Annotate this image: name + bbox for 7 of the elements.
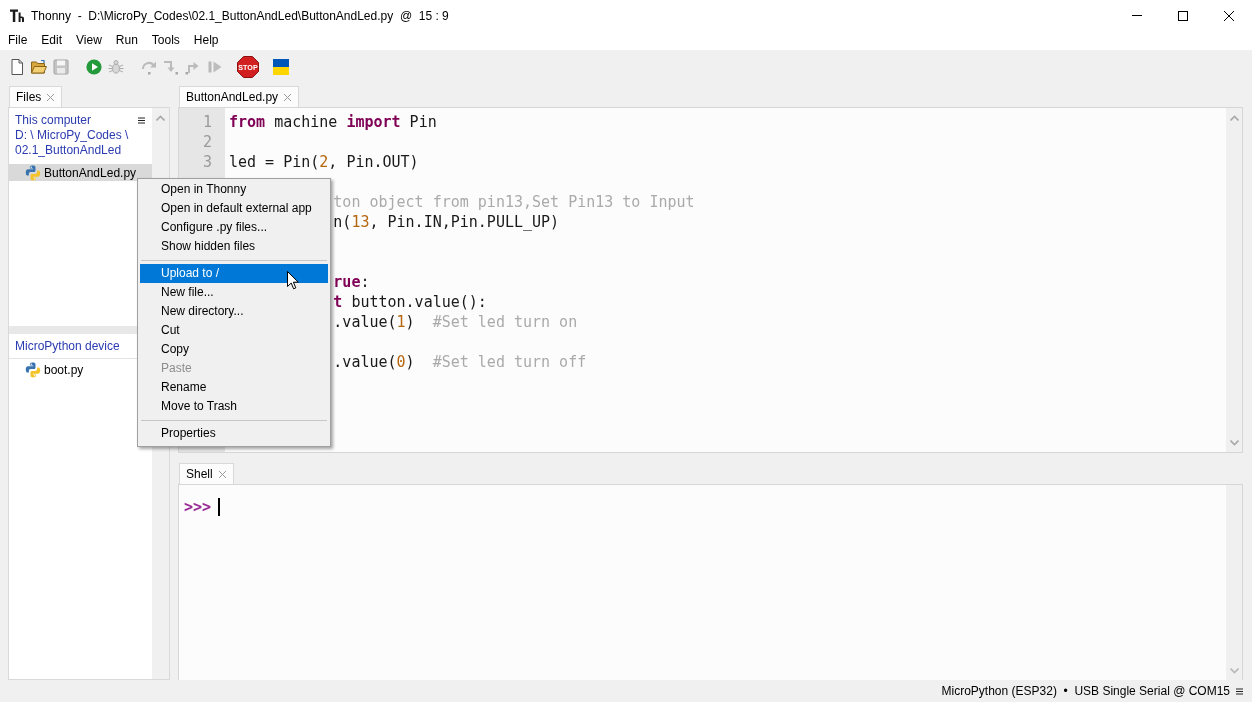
line-number: 1: [202, 113, 212, 131]
line-number: 3: [202, 153, 212, 171]
location-heading: This computer: [15, 113, 92, 128]
shell-prompt: >>>: [184, 497, 212, 517]
line-number: 2: [202, 133, 212, 151]
location-heading: MicroPython device: [15, 339, 120, 354]
window-title: Thonny - D:\MicroPy_Codes\02.1_ButtonAndLed\ButtonAndLed.py @ 15 : 9: [31, 8, 449, 23]
